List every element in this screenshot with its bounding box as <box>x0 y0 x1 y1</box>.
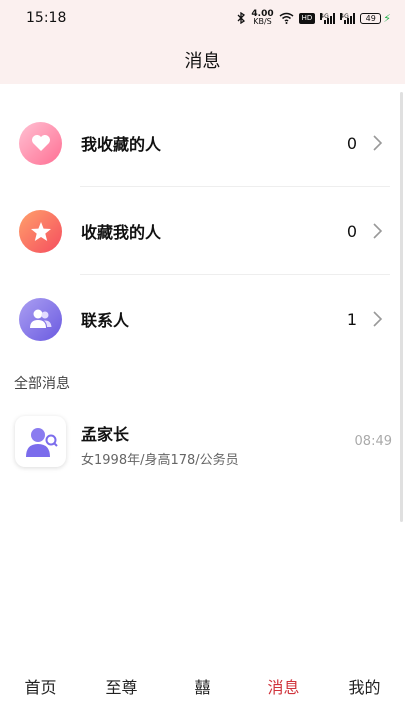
tab-profile[interactable]: 我的 <box>330 674 400 698</box>
chevron-right-icon <box>373 135 383 151</box>
menu-item-favorited-by[interactable]: 收藏我的人 0 <box>0 187 400 275</box>
message-preview: 女1998年/身高178/公务员 <box>81 453 239 468</box>
person-search-icon <box>25 427 58 457</box>
bluetooth-icon <box>237 12 246 24</box>
heart-icon <box>19 121 62 165</box>
tab-double-happiness[interactable]: 囍 <box>168 674 238 698</box>
section-title: 全部消息 <box>14 376 70 392</box>
menu-item-favorites[interactable]: 我收藏的人 0 <box>0 99 400 187</box>
bottom-tab-bar: 首页 至尊 囍 消息 我的 <box>0 660 405 720</box>
tab-supreme[interactable]: 至尊 <box>87 674 157 698</box>
message-sender-name: 孟家长 <box>81 425 130 444</box>
clock: 15:18 <box>26 10 67 26</box>
chevron-right-icon <box>373 223 383 239</box>
battery-level: 49 <box>360 12 382 24</box>
scrollbar[interactable] <box>400 92 403 522</box>
page-header: 消息 <box>0 36 405 84</box>
star-icon <box>19 209 62 253</box>
avatar <box>15 416 66 467</box>
menu-item-count: 0 <box>346 221 358 241</box>
wifi-icon <box>279 12 294 24</box>
menu-item-count: 0 <box>346 133 358 153</box>
network-speed: 4.00 KB/S <box>251 9 274 26</box>
menu-item-count: 1 <box>346 309 358 329</box>
page-title: 消息 <box>184 51 221 72</box>
battery-indicator: 49 ⚡ <box>360 12 391 25</box>
charging-icon: ⚡ <box>383 11 391 25</box>
tab-home[interactable]: 首页 <box>6 674 76 698</box>
menu-item-label: 收藏我的人 <box>81 223 162 242</box>
contacts-icon <box>19 297 62 341</box>
menu-item-label: 联系人 <box>81 311 130 330</box>
menu-item-label: 我收藏的人 <box>81 135 162 154</box>
menu-item-contacts[interactable]: 联系人 1 <box>0 275 400 363</box>
system-icons: 4.00 KB/S HD 4G 4G 49 ⚡ <box>236 10 391 26</box>
status-bar: 15:18 4.00 KB/S HD 4G 4G 49 ⚡ <box>0 0 405 36</box>
message-time: 08:49 <box>354 434 392 449</box>
message-list-item[interactable]: 孟家长 女1998年/身高178/公务员 08:49 <box>0 408 400 476</box>
signal-icon: 4G <box>320 12 336 24</box>
signal-icon-2: 4G <box>340 12 356 24</box>
chevron-right-icon <box>373 311 383 327</box>
tab-messages[interactable]: 消息 <box>249 674 319 698</box>
hd-voice-badge: HD <box>298 12 316 24</box>
